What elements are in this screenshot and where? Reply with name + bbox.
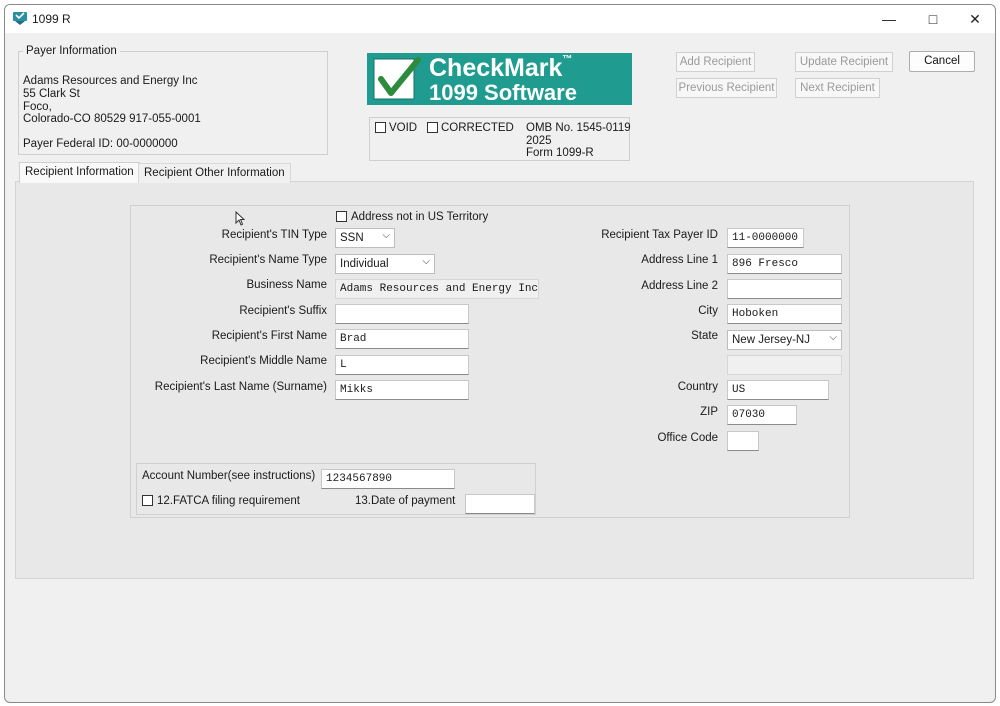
suffix-field[interactable] — [335, 304, 469, 324]
account-number-field[interactable]: 1234567890 — [321, 469, 455, 489]
address2-field[interactable] — [727, 279, 842, 299]
next-recipient-button[interactable]: Next Recipient — [795, 78, 880, 98]
tax-id-field[interactable]: 11-0000000 — [727, 228, 804, 248]
tin-type-label: Recipient's TIN Type — [221, 229, 327, 241]
void-label: VOID — [389, 122, 418, 134]
city-label: City — [698, 305, 718, 317]
payer-info-legend: Payer Information — [26, 45, 117, 57]
chevron-down-icon: ⌵ — [829, 332, 837, 343]
app-icon — [13, 12, 27, 25]
name-type-label: Recipient's Name Type — [209, 254, 327, 266]
address-not-us-label: Address not in US Territory — [351, 211, 489, 223]
zip-field[interactable]: 07030 — [727, 405, 797, 425]
checkmark-logo-icon — [373, 57, 421, 100]
state-value: New Jersey-NJ — [732, 334, 810, 346]
corrected-label: CORRECTED — [441, 122, 514, 134]
checkmark-logo: CheckMark™ 1099 Software — [367, 53, 632, 105]
chevron-down-icon: ⌵ — [382, 230, 390, 241]
suffix-label: Recipient's Suffix — [239, 305, 327, 317]
title-bar: 1099 R — □ ✕ — [5, 5, 995, 33]
address-not-us-checkbox[interactable] — [336, 211, 347, 222]
update-recipient-button[interactable]: Update Recipient — [795, 52, 893, 72]
cancel-button[interactable]: Cancel — [909, 51, 975, 72]
omb-number: OMB No. 1545-0119 — [526, 122, 631, 134]
void-checkbox[interactable] — [375, 122, 386, 133]
payer-address1: 55 Clark St — [23, 88, 80, 100]
mouse-cursor-icon — [235, 211, 245, 226]
tax-id-label: Recipient Tax Payer ID — [601, 229, 718, 241]
first-name-field[interactable]: Brad — [335, 329, 469, 349]
payer-city-line: Colorado-CO 80529 917-055-0001 — [23, 113, 201, 125]
business-name-field[interactable]: Adams Resources and Energy Inc — [335, 279, 539, 299]
province-field-disabled — [727, 355, 842, 375]
payer-federal-id: Payer Federal ID: 00-0000000 — [23, 138, 178, 150]
chevron-down-icon: ⌵ — [422, 256, 430, 267]
address2-label: Address Line 2 — [641, 280, 718, 292]
previous-recipient-button[interactable]: Previous Recipient — [676, 78, 777, 98]
name-type-select[interactable]: Individual ⌵ — [335, 254, 435, 274]
office-code-label: Office Code — [657, 432, 718, 444]
form-name: Form 1099-R — [526, 147, 594, 159]
fatca-label: 12.FATCA filing requirement — [157, 495, 300, 507]
close-icon[interactable]: ✕ — [955, 5, 995, 33]
middle-name-label: Recipient's Middle Name — [200, 355, 327, 367]
tin-type-value: SSN — [340, 232, 364, 244]
address1-label: Address Line 1 — [641, 254, 718, 266]
middle-name-field[interactable]: L — [335, 355, 469, 375]
account-number-label: Account Number(see instructions) — [142, 470, 316, 482]
last-name-field[interactable]: Mikks — [335, 380, 469, 400]
logo-line2: 1099 Software — [429, 80, 577, 105]
business-name-label: Business Name — [246, 279, 327, 291]
payer-address2: Foco, — [23, 101, 52, 113]
logo-line1: CheckMark — [429, 54, 563, 82]
zip-label: ZIP — [700, 406, 718, 418]
maximize-icon[interactable]: □ — [913, 5, 953, 33]
tab-recipient-other-information[interactable]: Recipient Other Information — [138, 163, 291, 183]
tin-type-select[interactable]: SSN ⌵ — [335, 228, 395, 248]
minimize-icon[interactable]: — — [869, 5, 909, 33]
address1-field[interactable]: 896 Fresco — [727, 254, 842, 274]
payer-name: Adams Resources and Energy Inc — [23, 75, 198, 87]
name-type-value: Individual — [340, 258, 389, 270]
last-name-label: Recipient's Last Name (Surname) — [154, 381, 327, 393]
add-recipient-button[interactable]: Add Recipient — [676, 52, 755, 72]
window-title: 1099 R — [32, 12, 71, 26]
date-of-payment-field[interactable] — [465, 494, 535, 514]
state-label: State — [691, 330, 718, 342]
city-field[interactable]: Hoboken — [727, 304, 842, 324]
corrected-checkbox[interactable] — [427, 122, 438, 133]
tax-year: 2025 — [526, 135, 552, 147]
first-name-label: Recipient's First Name — [211, 330, 327, 342]
office-code-field[interactable] — [727, 431, 759, 451]
tab-recipient-information[interactable]: Recipient Information — [19, 162, 140, 183]
country-label: Country — [677, 381, 718, 393]
country-field[interactable]: US — [727, 380, 829, 400]
logo-tm: ™ — [562, 54, 573, 65]
state-select[interactable]: New Jersey-NJ ⌵ — [727, 330, 842, 350]
date-of-payment-label: 13.Date of payment — [355, 495, 456, 507]
fatca-checkbox[interactable] — [142, 495, 153, 506]
